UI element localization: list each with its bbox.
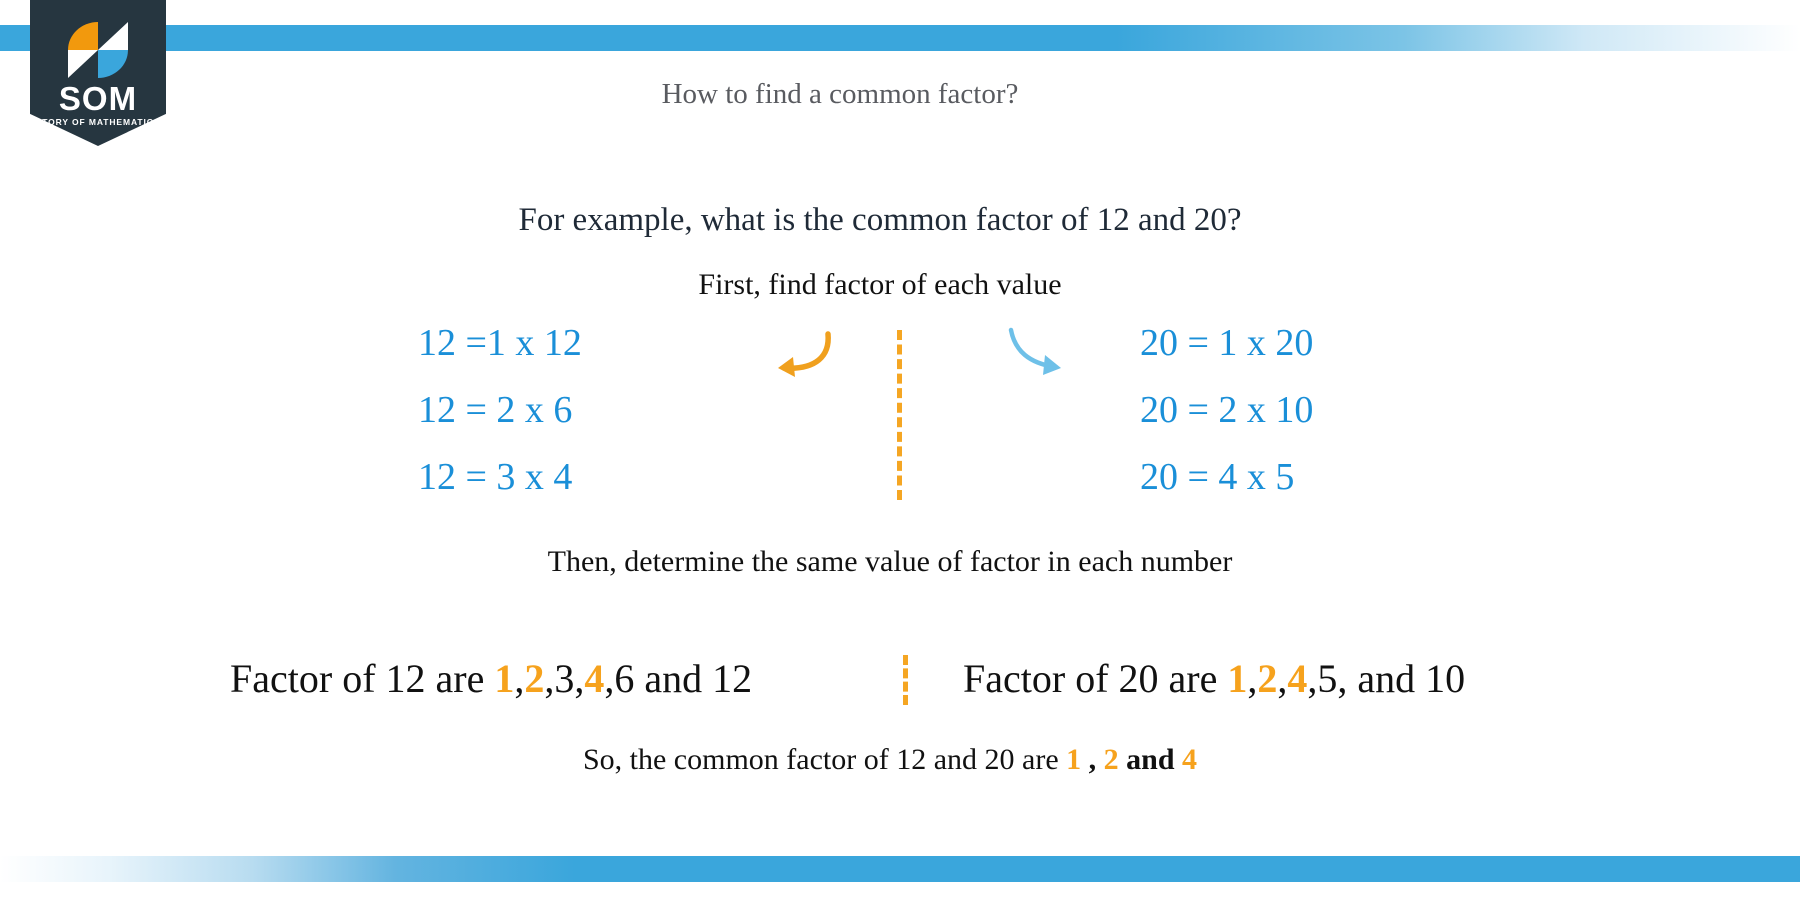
som-logo-banner: SOM STORY OF MATHEMATICS <box>30 0 166 146</box>
factor-summary-row: Factor of 12 are 1,2,3,4,6 and 12 Factor… <box>0 655 1800 711</box>
common-factor-value: 1 <box>1066 743 1082 776</box>
arrow-curve-left-icon <box>760 330 840 390</box>
arrow-curve-right-icon <box>1005 325 1085 385</box>
equation-row: 20 = 4 x 5 <box>1140 456 1295 498</box>
top-accent-bar <box>0 25 1800 51</box>
highlighted-factor: 2 <box>1257 656 1278 701</box>
step-one-instruction: First, find factor of each value <box>698 268 1062 301</box>
highlighted-factor: 4 <box>584 656 605 701</box>
common-factor-value: 2 <box>1103 743 1119 776</box>
equations-for-20: 20 = 1 x 20 20 = 2 x 10 20 = 4 x 5 <box>1140 310 1313 511</box>
step-two-instruction: Then, determine the same value of factor… <box>547 545 1233 578</box>
highlighted-factor: 1 <box>1227 656 1248 701</box>
dashed-divider-icon <box>897 330 902 500</box>
equation-row: 20 = 2 x 10 <box>1140 389 1314 431</box>
logo-quadrant-orange <box>68 22 98 50</box>
equation-row: 12 = 2 x 6 <box>418 389 573 431</box>
highlighted-factor: 4 <box>1287 656 1308 701</box>
equations-for-12: 12 =1 x 12 12 = 2 x 6 12 = 3 x 4 <box>418 310 582 511</box>
logo-quadrant-white-top <box>98 22 128 50</box>
factor-list-12: Factor of 12 are 1,2,3,4,6 and 12 <box>230 656 753 701</box>
example-question: For example, what is the common factor o… <box>518 202 1242 238</box>
bottom-accent-bar <box>0 856 1800 882</box>
page-title: How to find a common factor? <box>661 78 1019 110</box>
logo-tagline: STORY OF MATHEMATICS <box>35 117 161 127</box>
equation-row: 12 =1 x 12 <box>418 322 582 364</box>
som-logo-icon <box>68 22 128 78</box>
highlighted-factor: 2 <box>524 656 545 701</box>
conclusion-separator: , <box>1081 743 1104 776</box>
equation-row: 20 = 1 x 20 <box>1140 322 1314 364</box>
logo-quadrant-white-bottom <box>68 50 98 78</box>
highlighted-factor: 1 <box>494 656 515 701</box>
conclusion-line: So, the common factor of 12 and 20 are 1… <box>582 743 1198 776</box>
logo-quadrant-blue <box>98 50 128 78</box>
factor-list-20: Factor of 20 are 1,2,4,5, and 10 <box>963 656 1466 701</box>
conclusion-separator: and <box>1118 743 1183 776</box>
equation-row: 12 = 3 x 4 <box>418 456 573 498</box>
common-factor-value: 4 <box>1182 743 1198 776</box>
